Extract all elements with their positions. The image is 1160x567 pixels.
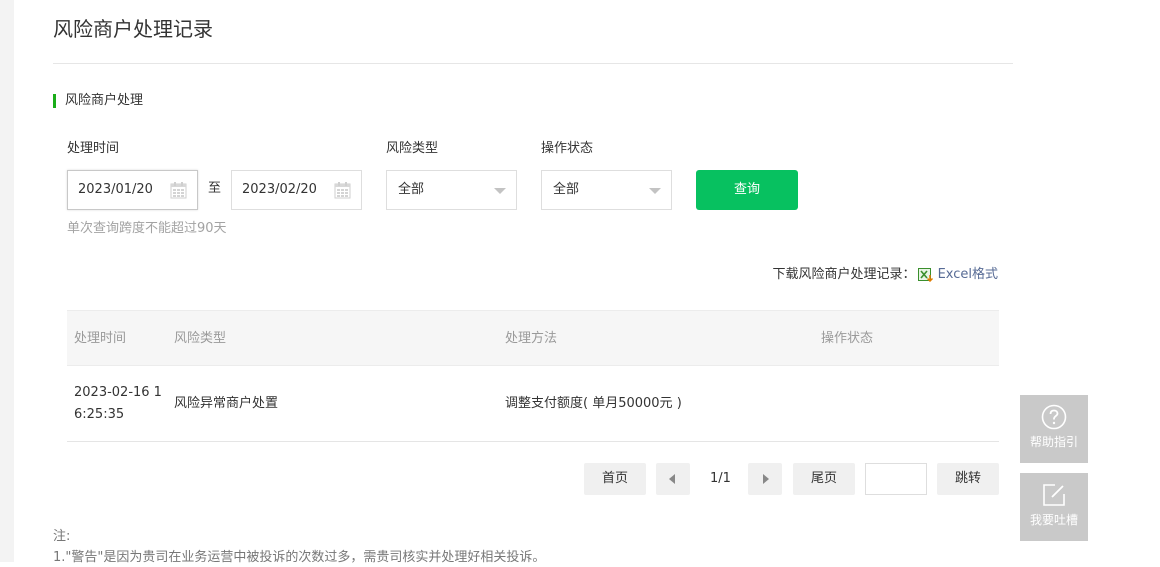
help-guide-button[interactable]: 帮助指引 (1020, 395, 1088, 463)
jump-button[interactable]: 跳转 (937, 463, 999, 495)
section-title: 风险商户处理 (53, 92, 143, 110)
risk-type-select[interactable]: 全部 (386, 170, 517, 210)
page-indicator: 1/1 (710, 471, 731, 486)
end-date-input[interactable]: 2023/02/20 (231, 170, 362, 210)
question-icon (1041, 404, 1067, 430)
chevron-down-icon (649, 188, 661, 194)
section-accent-bar (53, 94, 56, 108)
notes-line-1: 1."警告"是因为贵司在业务运营中被投诉的次数过多，需贵司核实并处理好相关投诉。 (53, 550, 546, 565)
risk-type-label: 风险类型 (386, 141, 439, 156)
column-header-status: 操作状态 (821, 331, 874, 346)
risk-type-value: 全部 (398, 182, 425, 197)
prev-page-button[interactable] (656, 463, 690, 495)
start-date-value: 2023/01/20 (78, 182, 153, 197)
calendar-icon[interactable] (334, 182, 351, 199)
help-guide-label: 帮助指引 (1029, 435, 1078, 449)
feedback-label: 我要吐槽 (1029, 513, 1078, 527)
cell-time-line1: 2023-02-16 1 (74, 385, 162, 400)
notes-title: 注: (53, 529, 71, 544)
chevron-left-icon (669, 474, 675, 484)
chevron-down-icon (494, 188, 506, 194)
left-edge (0, 0, 14, 562)
download-label: 下载风险商户处理记录： (772, 267, 916, 282)
last-page-button[interactable]: 尾页 (793, 463, 855, 495)
time-label: 处理时间 (67, 141, 120, 156)
table-header: 处理时间 风险类型 处理方法 操作状态 (67, 310, 999, 366)
cell-risk-type: 风险异常商户处置 (174, 396, 279, 411)
column-header-method: 处理方法 (505, 331, 558, 346)
download-row: 下载风险商户处理记录： Excel格式 (773, 266, 998, 284)
status-value: 全部 (553, 182, 580, 197)
cell-method: 调整支付额度( 单月50000元 ) (505, 396, 682, 411)
page-jump-input[interactable] (865, 463, 927, 495)
cell-time: 2023-02-16 1 6:25:35 (74, 382, 162, 426)
column-header-time: 处理时间 (74, 331, 127, 346)
table-row: 2023-02-16 1 6:25:35 风险异常商户处置 调整支付额度( 单月… (67, 366, 999, 442)
records-table: 处理时间 风险类型 处理方法 操作状态 2023-02-16 1 6:25:35… (67, 310, 999, 442)
first-page-button[interactable]: 首页 (584, 463, 646, 495)
query-span-hint: 单次查询跨度不能超过90天 (67, 221, 227, 236)
cell-time-line2: 6:25:35 (74, 407, 125, 422)
calendar-icon[interactable] (170, 182, 187, 199)
feedback-button[interactable]: 我要吐槽 (1020, 473, 1088, 541)
status-label: 操作状态 (541, 141, 594, 156)
next-page-button[interactable] (748, 463, 782, 495)
page-title: 风险商户处理记录 (53, 17, 213, 41)
edit-icon (1043, 484, 1065, 506)
section-title-text: 风险商户处理 (65, 93, 144, 108)
range-separator: 至 (208, 181, 222, 196)
excel-icon[interactable] (917, 268, 934, 282)
chevron-right-icon (763, 474, 769, 484)
start-date-input[interactable]: 2023/01/20 (67, 170, 198, 210)
column-header-risk-type: 风险类型 (174, 331, 227, 346)
end-date-value: 2023/02/20 (242, 182, 317, 197)
status-select[interactable]: 全部 (541, 170, 672, 210)
excel-download-link[interactable]: Excel格式 (938, 266, 998, 284)
title-divider (53, 63, 1013, 64)
query-button[interactable]: 查询 (696, 170, 798, 210)
